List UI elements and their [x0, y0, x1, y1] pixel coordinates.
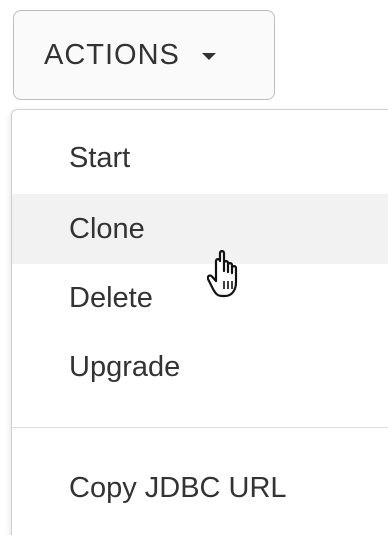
menu-item-label: Start [69, 141, 131, 174]
menu-item-clone[interactable]: Clone [12, 194, 388, 264]
actions-button[interactable]: ACTIONS [13, 10, 275, 100]
page: ACTIONS Start Clone Delete Upgrade Copy … [0, 0, 388, 535]
actions-button-label: ACTIONS [44, 38, 180, 71]
caret-down-icon [201, 52, 216, 60]
menu-item-copy-jdbc-url[interactable]: Copy JDBC URL [12, 453, 388, 523]
menu-item-start[interactable]: Start [12, 123, 388, 193]
menu-item-delete[interactable]: Delete [12, 263, 388, 333]
menu-item-label: Upgrade [69, 350, 181, 383]
menu-item-label: Copy JDBC URL [69, 471, 287, 504]
menu-item-upgrade[interactable]: Upgrade [12, 332, 388, 402]
menu-item-label: Delete [69, 281, 153, 314]
actions-dropdown-menu: Start Clone Delete Upgrade Copy JDBC URL [11, 109, 388, 535]
menu-divider [12, 427, 388, 428]
menu-item-label: Clone [69, 212, 145, 245]
